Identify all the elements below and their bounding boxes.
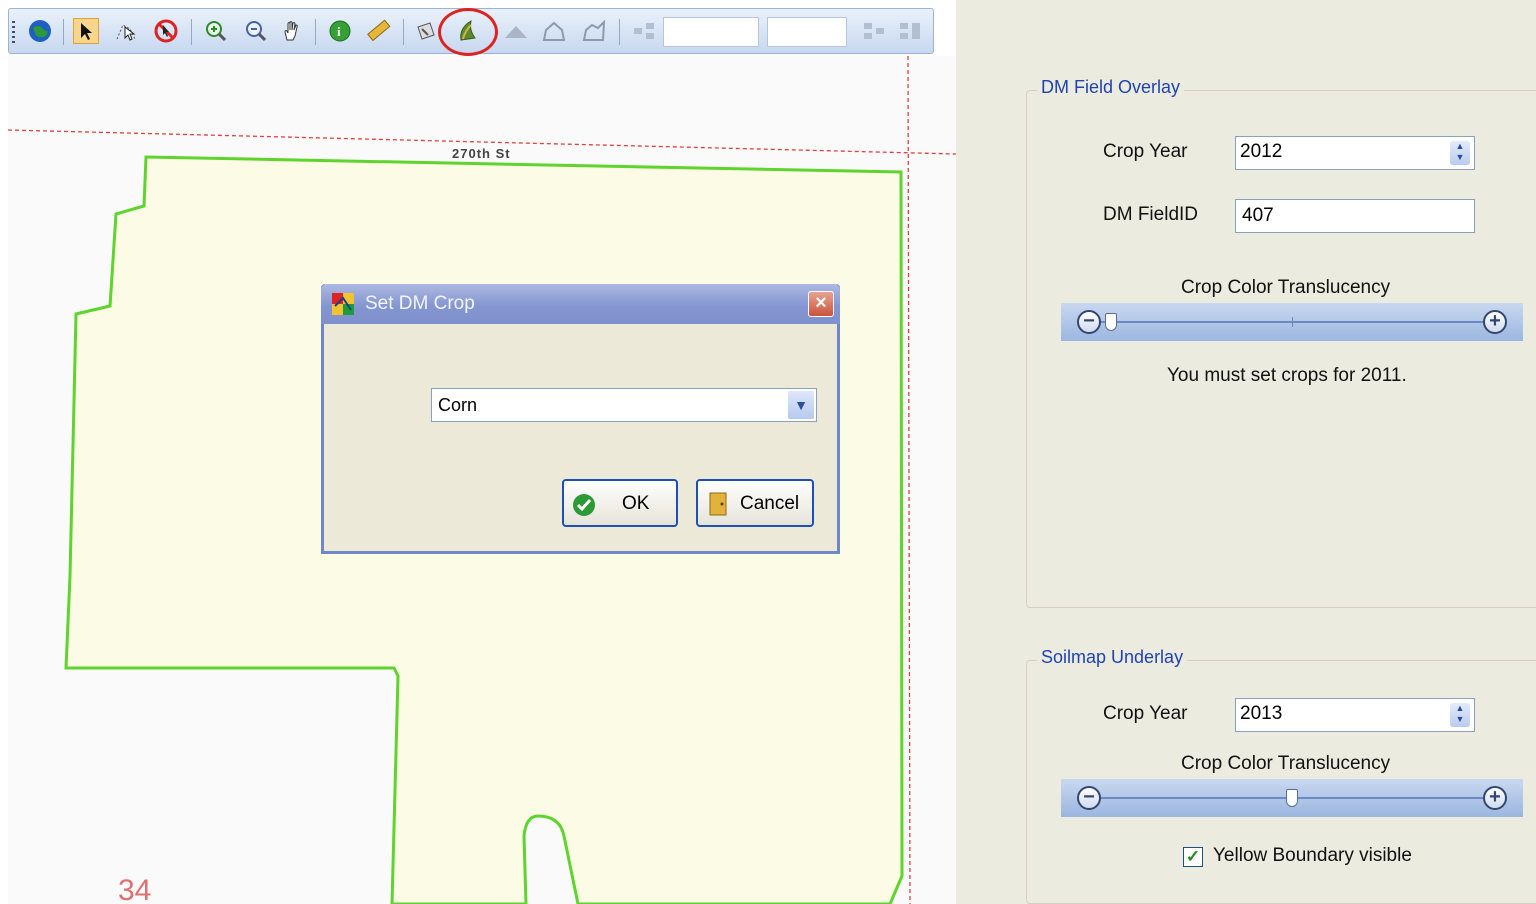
translucency-slider[interactable]: − +: [1061, 303, 1523, 341]
plus-circle-icon[interactable]: +: [1483, 310, 1507, 334]
side-panel: DM Field Overlay Crop Year 2012 ▲ ▼ DM Fi…: [956, 0, 1536, 904]
select-arrow-icon[interactable]: [73, 18, 99, 44]
soil-translucency-slider[interactable]: − +: [1061, 779, 1523, 817]
measure-icon[interactable]: [365, 18, 391, 44]
door-exit-icon: [709, 492, 727, 516]
group-title-soilmap: Soilmap Underlay: [1037, 647, 1188, 668]
field-id-label: DM FieldID: [1103, 204, 1199, 225]
soil-crop-year-spinner[interactable]: 2013 ▲ ▼: [1235, 698, 1475, 732]
crop-warning-message: You must set crops for 2011.: [1167, 365, 1407, 386]
check-circle-icon: [573, 494, 595, 516]
section-number: 34: [118, 874, 152, 904]
identify-icon[interactable]: i: [327, 18, 353, 44]
crop-select-value: Corn: [438, 395, 478, 415]
dialog-titlebar[interactable]: Set DM Crop ×: [321, 284, 840, 324]
crop-year-spinner[interactable]: 2012 ▲ ▼: [1235, 136, 1475, 170]
zoom-out-icon[interactable]: [243, 18, 269, 44]
soil-crop-year-label: Crop Year: [1103, 703, 1188, 724]
parcel-line-vertical: [907, 56, 911, 904]
dialog-title: Set DM Crop: [365, 293, 475, 314]
crop-year-label: Crop Year: [1103, 141, 1188, 162]
merge-icon[interactable]: [861, 18, 887, 44]
select-feature-icon[interactable]: [113, 18, 139, 44]
slider-thumb[interactable]: [1286, 789, 1298, 807]
clear-selection-icon[interactable]: [153, 18, 179, 44]
group-title-dm-overlay: DM Field Overlay: [1037, 77, 1185, 98]
translucency-label: Crop Color Translucency: [1181, 277, 1391, 298]
ok-label: OK: [622, 493, 650, 514]
minus-circle-icon[interactable]: −: [1077, 310, 1101, 334]
merge-all-icon[interactable]: [897, 18, 923, 44]
toolbar-input-1[interactable]: [663, 17, 759, 47]
crop-map-icon: [332, 293, 354, 315]
crop-select[interactable]: Corn ▼: [431, 388, 817, 422]
globe-icon[interactable]: [27, 18, 53, 44]
spinner-arrows-icon[interactable]: ▲ ▼: [1450, 703, 1470, 727]
polygon-fill-icon[interactable]: [503, 18, 529, 44]
dm-field-overlay-group: DM Field Overlay Crop Year 2012 ▲ ▼ DM Fi…: [1026, 77, 1536, 608]
field-id-input[interactable]: 407: [1235, 199, 1475, 233]
polygon-edit-icon[interactable]: [581, 18, 607, 44]
toolbar-input-2[interactable]: [767, 17, 847, 47]
soil-translucency-label: Crop Color Translucency: [1181, 753, 1391, 774]
crop-year-value: 2012: [1240, 141, 1283, 162]
slider-thumb[interactable]: [1105, 313, 1117, 331]
split-icon[interactable]: [631, 18, 657, 44]
field-id-value: 407: [1242, 205, 1274, 226]
spinner-arrows-icon[interactable]: ▲ ▼: [1450, 141, 1470, 165]
zoom-in-icon[interactable]: [203, 18, 229, 44]
minus-circle-icon[interactable]: −: [1077, 786, 1101, 810]
ok-button[interactable]: OK: [562, 479, 678, 527]
polygon-outline-icon[interactable]: [541, 18, 567, 44]
plus-circle-icon[interactable]: +: [1483, 786, 1507, 810]
soilmap-underlay-group: Soilmap Underlay Crop Year 2013 ▲ ▼ Crop …: [1026, 647, 1536, 904]
chevron-down-icon[interactable]: ▼: [788, 391, 814, 419]
pan-hand-icon[interactable]: [279, 18, 305, 44]
yellow-boundary-label: Yellow Boundary visible: [1213, 845, 1412, 866]
annotation-circle: [438, 8, 498, 56]
road-label: 270th St: [452, 146, 511, 161]
svg-text:i: i: [337, 24, 341, 39]
toolbar-grip[interactable]: [12, 21, 15, 43]
cancel-label: Cancel: [740, 493, 800, 514]
soil-crop-year-value: 2013: [1240, 703, 1283, 724]
close-icon[interactable]: ×: [808, 291, 834, 317]
cancel-button[interactable]: Cancel: [696, 479, 814, 527]
edit-tool-icon[interactable]: [413, 18, 439, 44]
yellow-boundary-checkbox[interactable]: ✓: [1183, 847, 1203, 867]
checkmark-icon: ✓: [1185, 847, 1201, 866]
set-dm-crop-dialog: Set DM Crop × Corn ▼ OK Cancel: [321, 284, 840, 554]
